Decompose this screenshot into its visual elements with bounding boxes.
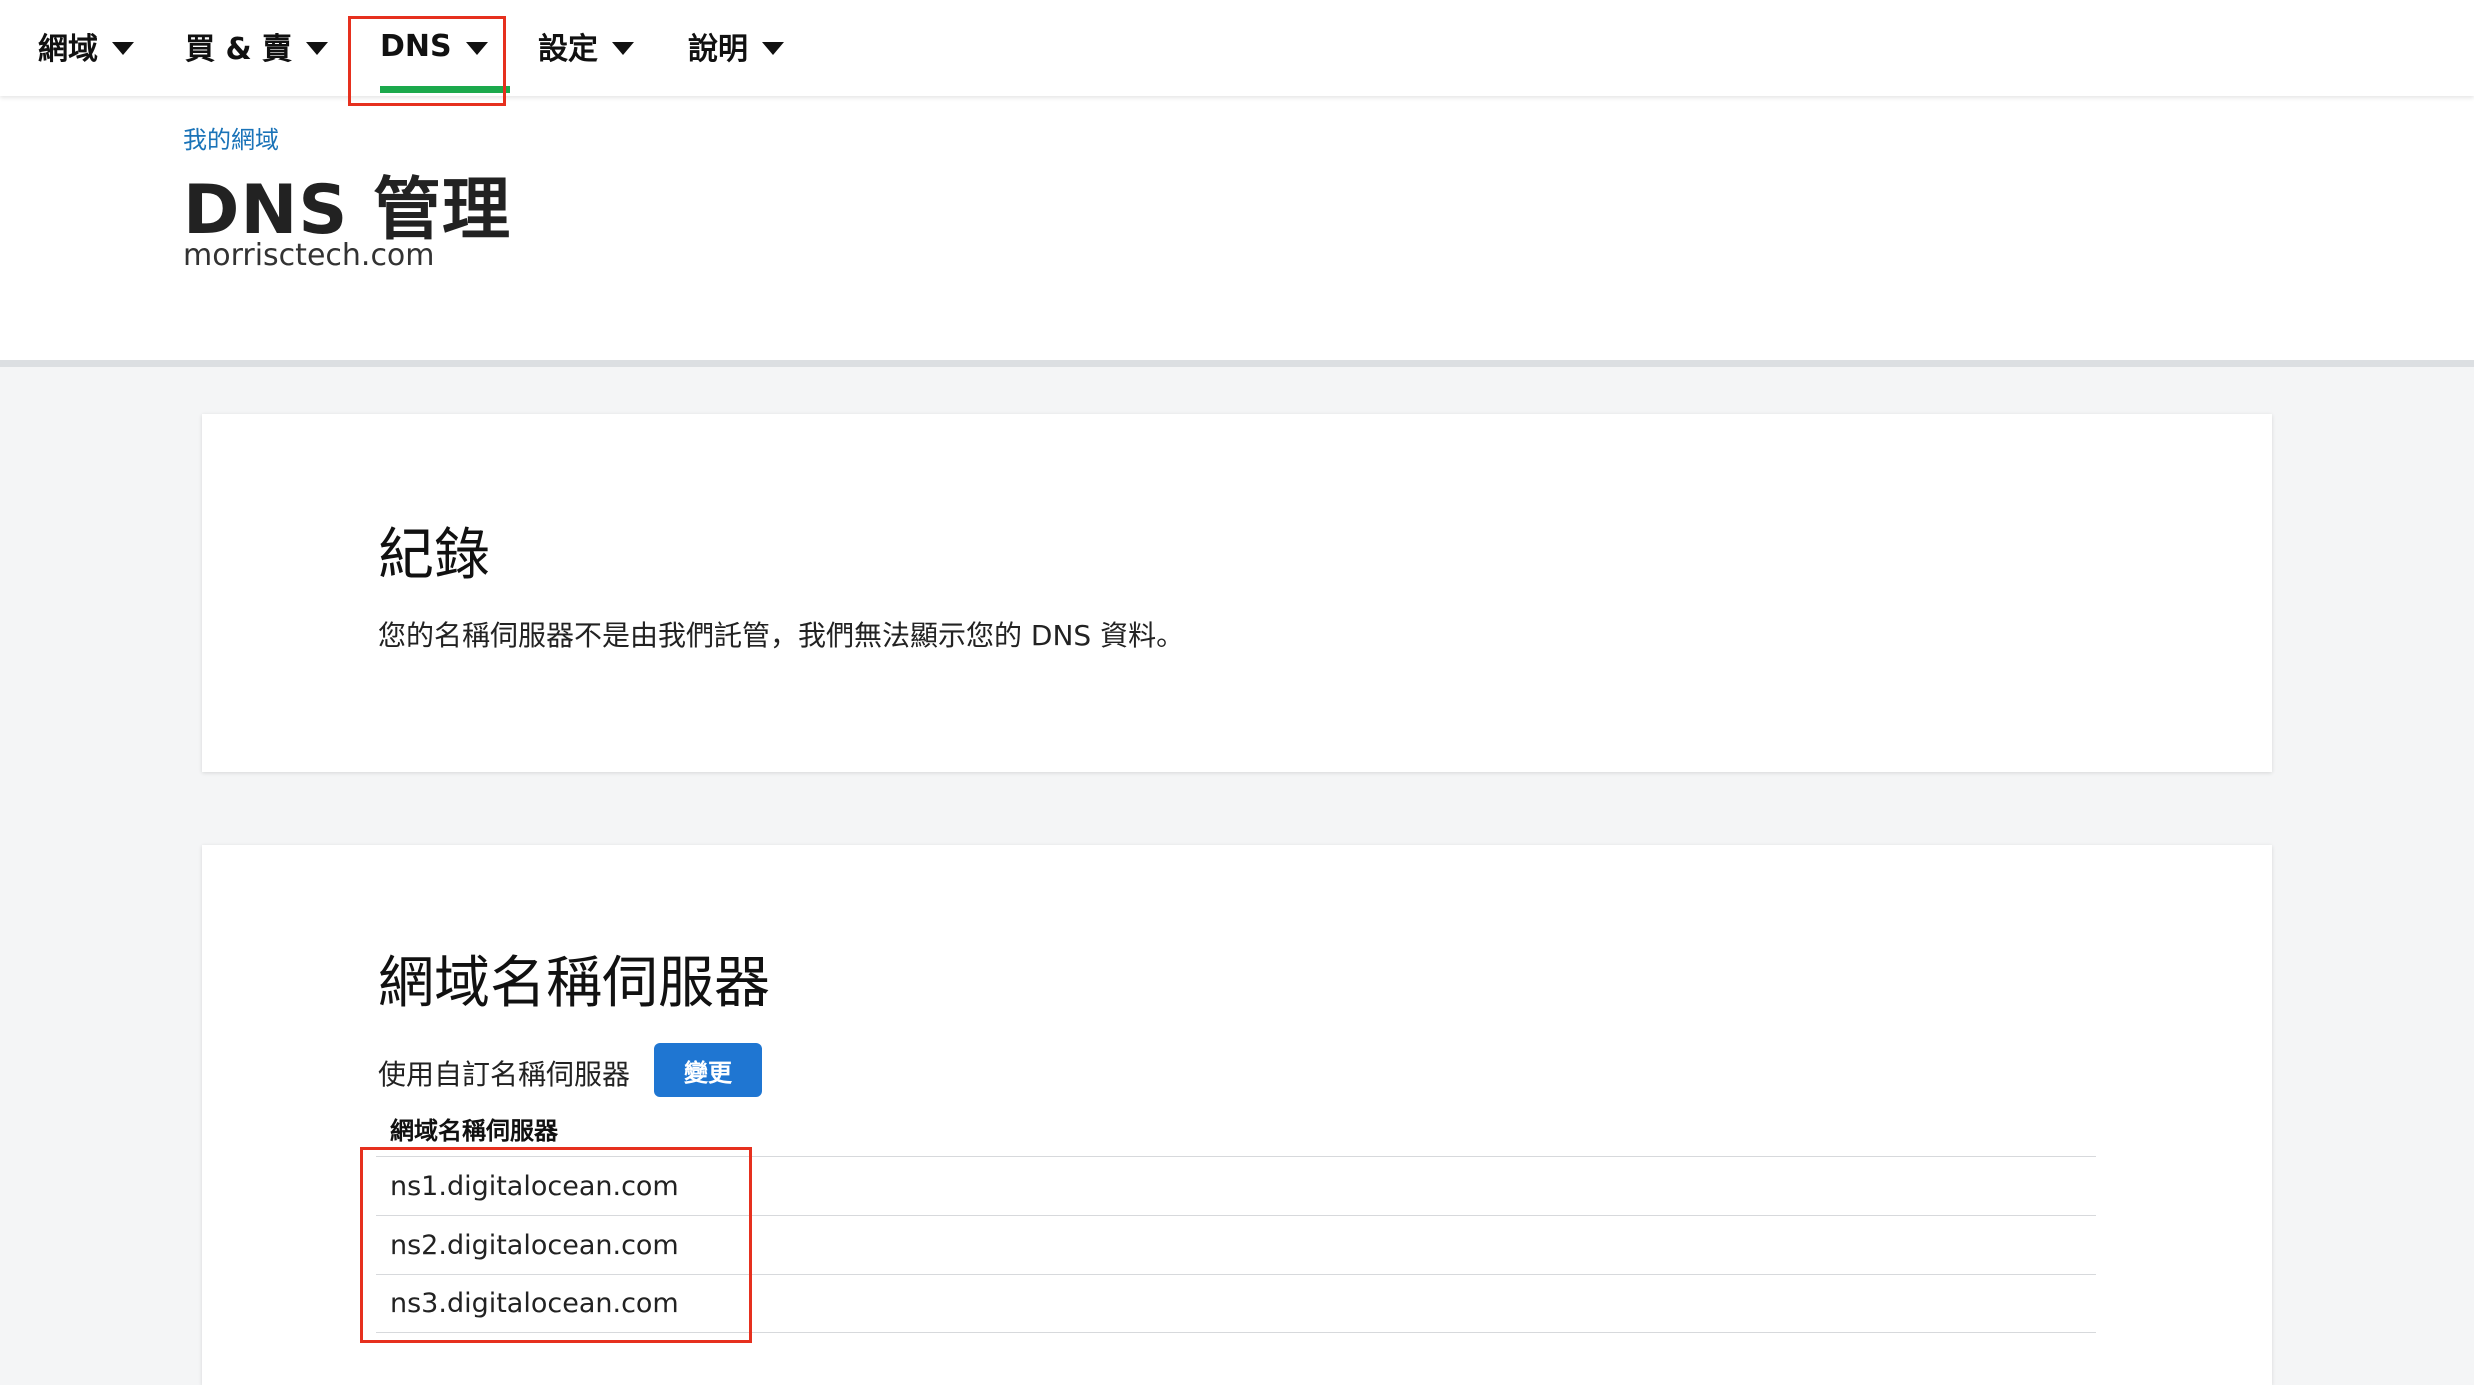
nameserver-mode-label: 使用自訂名稱伺服器 bbox=[378, 1058, 631, 1091]
records-title: 紀錄 bbox=[378, 523, 490, 588]
active-tab-indicator bbox=[380, 86, 510, 93]
domain-name: morrisctech.com bbox=[183, 238, 435, 273]
nav-menu-label: 說明 bbox=[688, 32, 748, 67]
nameserver-column-header: 網域名稱伺服器 bbox=[390, 1117, 558, 1145]
nav-menu-buy-sell[interactable]: 買 & 賣 bbox=[185, 0, 329, 92]
caret-down-icon bbox=[306, 41, 329, 55]
caret-down-icon bbox=[112, 41, 134, 55]
nav-menu-help[interactable]: 說明 bbox=[688, 0, 784, 92]
breadcrumb-my-domains[interactable]: 我的網域 bbox=[183, 120, 279, 155]
nav-menu-domains[interactable]: 網域 bbox=[38, 0, 134, 92]
table-row: ns3.digitalocean.com bbox=[376, 1274, 2096, 1333]
caret-down-icon bbox=[612, 41, 634, 55]
nameservers-card: 網域名稱伺服器 使用自訂名稱伺服器 變更 網域名稱伺服器 ns1.digital… bbox=[202, 845, 2272, 1385]
nav-menu-label: 買 & 賣 bbox=[185, 32, 293, 67]
nameservers-title: 網域名稱伺服器 bbox=[378, 951, 770, 1016]
change-nameservers-button[interactable]: 變更 bbox=[654, 1043, 762, 1097]
nav-menu-label: 設定 bbox=[538, 32, 598, 67]
caret-down-icon bbox=[762, 41, 784, 55]
caret-down-icon bbox=[465, 41, 488, 55]
table-row: ns1.digitalocean.com bbox=[376, 1156, 2096, 1215]
top-navigation: 網域 買 & 賣 DNS 設定 說明 bbox=[0, 0, 2474, 96]
nav-menu-dns[interactable]: DNS bbox=[364, 0, 510, 93]
records-card: 紀錄 您的名稱伺服器不是由我們託管，我們無法顯示您的 DNS 資料。 bbox=[202, 414, 2272, 772]
nav-menu-label: 網域 bbox=[38, 32, 98, 67]
nav-menu-settings[interactable]: 設定 bbox=[538, 0, 634, 92]
records-message: 您的名稱伺服器不是由我們託管，我們無法顯示您的 DNS 資料。 bbox=[378, 619, 1185, 652]
nav-menu-label: DNS bbox=[380, 28, 452, 64]
table-row: ns2.digitalocean.com bbox=[376, 1215, 2096, 1274]
page-header: 我的網域 DNS 管理 morrisctech.com bbox=[0, 96, 2474, 367]
nameserver-table: ns1.digitalocean.com ns2.digitalocean.co… bbox=[376, 1156, 2096, 1333]
